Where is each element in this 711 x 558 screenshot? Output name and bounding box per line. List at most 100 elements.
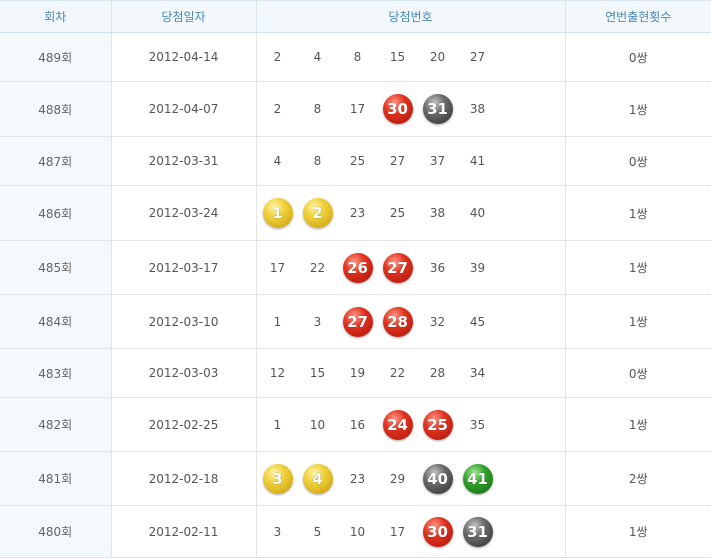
numbers-cell: 4 8 25 27 37 41 xyxy=(256,136,566,186)
number-text: 8 xyxy=(313,154,322,168)
number-text: 2 xyxy=(273,102,282,116)
number-list: 2 8 17 30 31 38 xyxy=(257,93,565,125)
number-text: 25 xyxy=(389,206,406,220)
number-text: 38 xyxy=(469,102,486,116)
red-ball: 30 xyxy=(382,94,413,124)
number-text: 8 xyxy=(313,102,322,116)
header-date: 당첨일자 xyxy=(111,0,257,33)
green-ball: 41 xyxy=(462,463,493,494)
gray-ball: 31 xyxy=(462,516,493,547)
number-slot: 28 xyxy=(378,306,418,338)
consecutive-count-cell: 0쌍 xyxy=(565,32,711,82)
number-slot: 27 xyxy=(338,306,378,338)
number-text: 8 xyxy=(353,50,362,64)
round-cell: 488회 xyxy=(0,81,112,137)
round-cell: 481회 xyxy=(0,451,112,506)
number-text: 39 xyxy=(469,260,486,275)
date-cell: 2012-02-18 xyxy=(111,451,257,506)
date-cell: 2012-03-24 xyxy=(111,185,257,241)
number-text: 45 xyxy=(469,314,486,329)
consecutive-count-cell: 0쌍 xyxy=(565,136,711,186)
yellow-ball: 2 xyxy=(302,198,333,228)
number-list: 17 22 26 27 36 39 xyxy=(257,252,565,284)
number-slot: 4 xyxy=(298,463,338,495)
number-list: 1 2 23 25 38 40 xyxy=(257,197,565,229)
yellow-ball: 3 xyxy=(262,463,293,494)
numbers-cell: 3 4 23 29 40 41 xyxy=(256,451,566,506)
number-text: 27 xyxy=(389,154,406,168)
consecutive-count-cell: 2쌍 xyxy=(565,451,711,506)
number-text: 22 xyxy=(389,366,406,380)
consecutive-count-cell: 1쌍 xyxy=(565,505,711,558)
consecutive-count-cell: 1쌍 xyxy=(565,397,711,452)
number-text: 17 xyxy=(269,260,286,275)
date-cell: 2012-02-11 xyxy=(111,505,257,558)
number-text: 5 xyxy=(313,524,322,539)
consecutive-count-cell: 1쌍 xyxy=(565,81,711,137)
number-text: 23 xyxy=(349,206,366,220)
number-slot: 25 xyxy=(418,409,458,441)
number-text: 10 xyxy=(309,417,326,432)
number-slot: 3 xyxy=(258,463,298,495)
numbers-cell: 2 4 8 15 20 27 xyxy=(256,32,566,82)
number-text: 29 xyxy=(389,471,406,486)
number-list: 1 10 16 24 25 35 xyxy=(257,409,565,441)
consecutive-count-cell: 1쌍 xyxy=(565,240,711,295)
numbers-cell: 2 8 17 30 31 38 xyxy=(256,81,566,137)
number-text: 22 xyxy=(309,260,326,275)
number-text: 3 xyxy=(313,314,322,329)
number-text: 19 xyxy=(349,366,366,380)
number-text: 32 xyxy=(429,314,446,329)
number-text: 37 xyxy=(429,154,446,168)
red-ball: 26 xyxy=(342,252,373,283)
number-list: 4 8 25 27 37 41 xyxy=(257,145,565,177)
table-row: 489회 2012-04-14 2 4 8 15 20 27 0쌍 xyxy=(0,32,711,82)
date-cell: 2012-03-17 xyxy=(111,240,257,295)
number-text: 3 xyxy=(273,524,282,539)
numbers-cell: 1 2 23 25 38 40 xyxy=(256,185,566,241)
number-text: 15 xyxy=(389,50,406,64)
number-text: 36 xyxy=(429,260,446,275)
number-text: 41 xyxy=(469,154,486,168)
red-ball: 30 xyxy=(422,516,453,547)
number-list: 1 3 27 28 32 45 xyxy=(257,306,565,338)
table-row: 480회 2012-02-11 3 5 10 17 30 31 1쌍 xyxy=(0,505,711,558)
number-slot: 24 xyxy=(378,409,418,441)
number-slot: 30 xyxy=(378,93,418,125)
table-body: 489회 2012-04-14 2 4 8 15 20 27 0쌍 488회 2012-04-07 2… xyxy=(0,32,711,558)
number-text: 34 xyxy=(469,366,486,380)
numbers-cell: 3 5 10 17 30 31 xyxy=(256,505,566,558)
number-text: 1 xyxy=(273,314,282,329)
number-text: 12 xyxy=(269,366,286,380)
number-text: 4 xyxy=(273,154,282,168)
number-list: 12 15 19 22 28 34 xyxy=(257,357,565,389)
number-text: 17 xyxy=(389,524,406,539)
number-text: 25 xyxy=(349,154,366,168)
number-text: 40 xyxy=(469,206,486,220)
number-list: 3 5 10 17 30 31 xyxy=(257,516,565,548)
number-text: 1 xyxy=(273,417,282,432)
round-cell: 482회 xyxy=(0,397,112,452)
number-text: 35 xyxy=(469,417,486,432)
table-row: 484회 2012-03-10 1 3 27 28 32 45 1쌍 xyxy=(0,294,711,349)
round-cell: 487회 xyxy=(0,136,112,186)
red-ball: 27 xyxy=(342,306,373,337)
consecutive-count-cell: 1쌍 xyxy=(565,185,711,241)
number-text: 17 xyxy=(349,102,366,116)
consecutive-count-cell: 1쌍 xyxy=(565,294,711,349)
table-header-row: 회차 당첨일자 당첨번호 연번출현횟수 xyxy=(0,0,711,33)
header-consecutive-count: 연번출현횟수 xyxy=(565,0,711,33)
red-ball: 25 xyxy=(422,409,453,440)
number-slot: 27 xyxy=(378,252,418,284)
number-slot: 41 xyxy=(458,463,498,495)
round-cell: 483회 xyxy=(0,348,112,398)
number-slot: 30 xyxy=(418,516,458,548)
number-text: 38 xyxy=(429,206,446,220)
yellow-ball: 4 xyxy=(302,463,333,494)
header-round: 회차 xyxy=(0,0,112,33)
number-slot: 26 xyxy=(338,252,378,284)
table-row: 481회 2012-02-18 3 4 23 29 40 41 2쌍 xyxy=(0,451,711,506)
numbers-cell: 1 10 16 24 25 35 xyxy=(256,397,566,452)
number-list: 2 4 8 15 20 27 xyxy=(257,41,565,73)
consecutive-count-cell: 0쌍 xyxy=(565,348,711,398)
